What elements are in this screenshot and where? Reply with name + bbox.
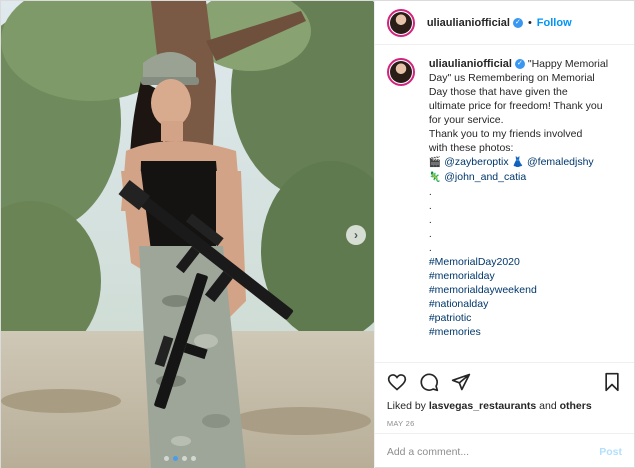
paper-plane-icon[interactable]: [451, 372, 471, 392]
caption-line: Thank you to my friends involved: [428, 128, 583, 140]
lizard-icon: 🦎: [428, 172, 442, 183]
hashtag-link[interactable]: #memories: [429, 325, 608, 339]
liker-username[interactable]: lasvegas_restaurants: [429, 400, 536, 412]
comment-input[interactable]: [386, 445, 600, 458]
caption-line: Day those that have given the: [428, 86, 568, 98]
carousel-dot: [191, 456, 196, 461]
heart-icon[interactable]: [387, 372, 407, 392]
post-photo[interactable]: ›: [1, 1, 374, 468]
follow-button[interactable]: Follow: [537, 17, 572, 29]
post-actions: [374, 362, 634, 400]
post-caption: uliaulianiofficial ✓ "Happy Memorial Day"…: [375, 45, 634, 362]
carousel-dot: [164, 456, 169, 461]
mention-link[interactable]: @femaledjshy: [527, 156, 594, 168]
dress-icon: 👗: [511, 157, 524, 168]
mention-link[interactable]: @john_and_catia: [444, 171, 526, 183]
hashtag-link[interactable]: #nationalday: [429, 297, 608, 311]
clapperboard-icon: 🎬: [428, 157, 442, 168]
post-header: uliaulianiofficial ✓ • Follow: [374, 1, 634, 45]
caption-line: ultimate price for freedom! Thank you: [428, 100, 603, 112]
mention-link[interactable]: @zayberoptix: [444, 156, 508, 168]
avatar-image: [389, 11, 412, 34]
carousel-dot-active: [173, 456, 178, 461]
instagram-post: › uliaulianiofficial ✓ • Follow uliaulia…: [0, 0, 635, 468]
comment-box: Post: [374, 433, 634, 468]
caption-line: uliaulianiofficial ✓ "Happy Memorial: [429, 57, 608, 71]
carousel-dot: [182, 456, 187, 461]
verified-badge-icon: ✓: [514, 59, 525, 70]
chevron-right-icon: ›: [354, 228, 358, 242]
caption-dot: .: [428, 242, 432, 254]
header-separator: •: [527, 16, 532, 29]
hashtag-link[interactable]: #memorialdayweekend: [429, 283, 608, 297]
carousel-next-button[interactable]: ›: [346, 225, 366, 245]
post-date[interactable]: MAY 26: [375, 415, 634, 433]
caption-text: "Happy Memorial: [527, 58, 609, 70]
verified-badge-icon: ✓: [512, 17, 523, 28]
likes-suffix: and: [536, 400, 560, 412]
avatar-image: [389, 61, 412, 83]
bookmark-icon[interactable]: [602, 372, 622, 392]
caption-line: with these photos:: [428, 142, 514, 154]
photo-scene-image: [1, 1, 374, 468]
caption-body: uliaulianiofficial ✓ "Happy Memorial Day"…: [429, 57, 608, 362]
post-side-panel: uliaulianiofficial ✓ • Follow uliauliani…: [373, 1, 634, 468]
mention-line: 🎬 @zayberoptix 👗 @femaledjshy: [429, 155, 608, 170]
caption-dot: .: [428, 200, 432, 212]
hashtag-link[interactable]: #patriotic: [429, 311, 608, 325]
hashtag-link[interactable]: #MemorialDay2020: [429, 255, 608, 269]
likes-prefix: Liked by: [386, 400, 429, 412]
caption-avatar[interactable]: [386, 58, 415, 86]
caption-line: Day" us Remembering on Memorial: [428, 72, 595, 84]
likes-summary: Liked by lasvegas_restaurants and others: [375, 400, 634, 415]
header-username[interactable]: uliaulianiofficial: [427, 17, 510, 29]
post-comment-button[interactable]: Post: [599, 446, 622, 458]
comment-icon[interactable]: [419, 372, 439, 392]
caption-line: for your service.: [428, 114, 504, 126]
carousel-indicator: [164, 456, 196, 461]
caption-dot: .: [428, 228, 432, 240]
caption-dot: .: [428, 186, 432, 198]
likes-others-link[interactable]: others: [560, 400, 592, 412]
caption-dot: .: [428, 214, 432, 226]
caption-username[interactable]: uliaulianiofficial: [429, 58, 512, 70]
mention-line: 🦎 @john_and_catia: [429, 170, 608, 185]
hashtag-link[interactable]: #memorialday: [429, 269, 608, 283]
avatar[interactable]: [386, 8, 415, 37]
